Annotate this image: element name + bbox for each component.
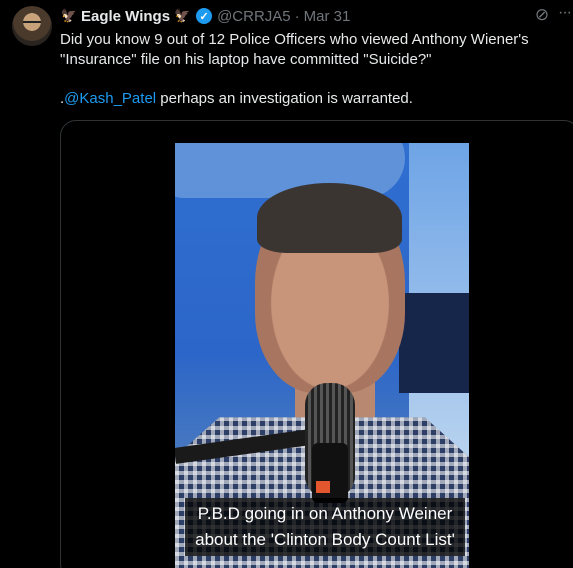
grok-icon[interactable]: ⊘	[533, 6, 551, 24]
more-icon[interactable]: ···	[558, 4, 573, 22]
microphone-body	[312, 443, 348, 503]
eagle-emoji-icon: 🦅	[173, 8, 191, 23]
caption-line-1: P.B.D going in on Anthony Weiner	[197, 504, 453, 523]
media-container[interactable]: P.B.D going in on Anthony Weiner about t…	[60, 120, 573, 568]
video-caption: P.B.D going in on Anthony Weiner about t…	[185, 498, 465, 556]
caption-line-2: about the 'Clinton Body Count List'	[195, 530, 455, 549]
separator-dot: ·	[294, 7, 300, 25]
mention-link[interactable]: @Kash_Patel	[64, 90, 156, 107]
tweet-text-line-1: Did you know 9 out of 12 Police Officers…	[60, 31, 529, 48]
avatar[interactable]	[12, 6, 52, 46]
tweet-text-suffix: perhaps an investigation is warranted.	[156, 90, 413, 107]
microphone-ring	[316, 481, 330, 493]
person-hair	[257, 183, 402, 253]
eagle-emoji-icon: 🦅	[60, 8, 78, 23]
display-name[interactable]: Eagle Wings	[81, 8, 170, 25]
video-frame[interactable]: P.B.D going in on Anthony Weiner about t…	[175, 143, 469, 568]
tweet-text-line-2: "Insurance" file on his laptop have comm…	[60, 51, 432, 68]
tweet-header: 🦅 Eagle Wings 🦅 ✓ @CRRJA5 · Mar 31	[60, 6, 350, 26]
tweet-text-line-3: .@Kash_Patel perhaps an investigation is…	[60, 89, 413, 109]
user-handle[interactable]: @CRRJA5	[217, 8, 291, 25]
tweet-date[interactable]: Mar 31	[304, 8, 351, 25]
avatar-glasses	[23, 21, 41, 26]
tweet-text: Did you know 9 out of 12 Police Officers…	[60, 30, 565, 70]
background-dark-panel	[399, 293, 469, 393]
verified-badge-icon[interactable]: ✓	[196, 8, 213, 24]
